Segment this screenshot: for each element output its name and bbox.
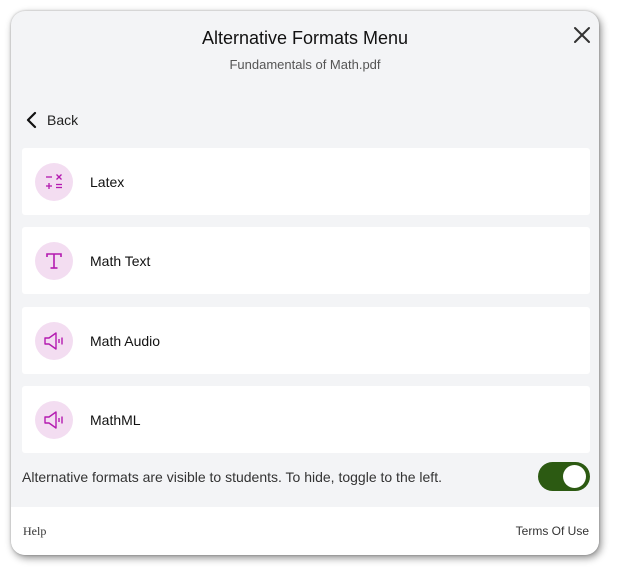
format-label: Latex [90, 173, 125, 190]
icon-badge [35, 400, 73, 439]
back-label: Back [47, 112, 79, 128]
terms-of-use-link[interactable]: Terms Of Use [516, 524, 589, 538]
alternative-formats-dialog: Alternative Formats Menu Fundamentals of… [11, 11, 599, 555]
chevron-left-icon [26, 111, 37, 129]
help-link[interactable]: Help [23, 524, 46, 539]
format-label: Math Audio [90, 332, 161, 349]
format-item-mathml[interactable]: MathML [22, 386, 590, 453]
format-item-latex[interactable]: Latex [22, 148, 590, 215]
text-t-icon [46, 252, 62, 269]
toggle-knob [563, 465, 586, 488]
visibility-toggle[interactable] [538, 462, 590, 491]
dialog-footer: Help Terms Of Use [11, 507, 599, 555]
icon-badge [35, 241, 73, 280]
close-button[interactable] [571, 24, 593, 46]
icon-badge [35, 321, 73, 360]
visibility-note: Alternative formats are visible to stude… [22, 469, 442, 485]
format-label: MathML [90, 411, 141, 428]
back-button[interactable]: Back [25, 109, 78, 131]
speaker-icon [44, 331, 63, 350]
format-label: Math Text [90, 252, 151, 269]
dialog-subtitle-filename: Fundamentals of Math.pdf [229, 57, 381, 72]
icon-badge [35, 162, 73, 201]
format-item-math-text[interactable]: Math Text [22, 227, 590, 294]
math-operators-icon [46, 173, 62, 189]
dialog-title: Alternative Formats Menu [201, 28, 409, 48]
close-icon [574, 27, 590, 43]
format-item-math-audio[interactable]: Math Audio [22, 307, 590, 374]
speaker-icon [44, 410, 63, 429]
